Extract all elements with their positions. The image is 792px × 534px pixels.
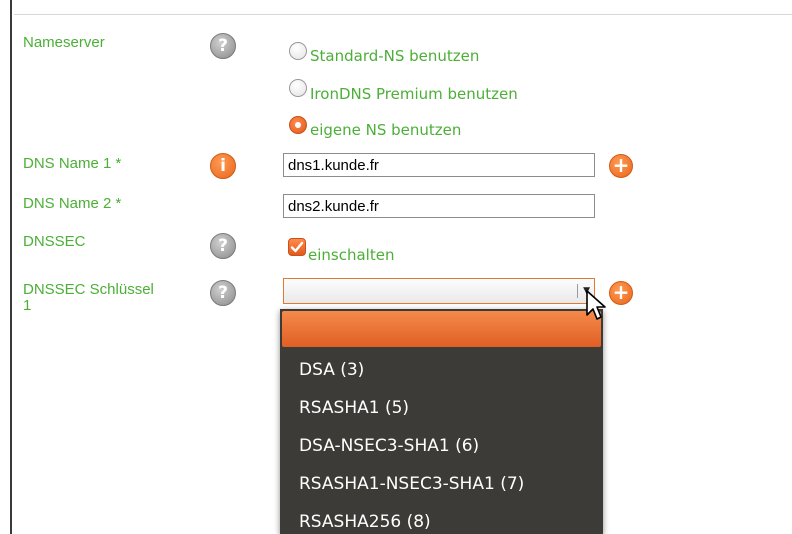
dropdown-option[interactable]: DSA (3)	[299, 360, 364, 380]
dnssec-checkbox[interactable]	[288, 238, 306, 256]
radio-eigene-ns[interactable]	[289, 116, 307, 134]
radio-irondns-premium-label: IronDNS Premium benutzen	[310, 85, 518, 103]
nameserver-help-icon[interactable]: ?	[210, 33, 236, 59]
dnssec-key-dropdown-list: DSA (3) RSASHA1 (5) DSA-NSEC3-SHA1 (6) R…	[280, 309, 603, 534]
nameserver-label: Nameserver	[23, 34, 105, 51]
mouse-pointer-icon	[586, 290, 606, 320]
add-dns-name-plus-icon[interactable]: +	[609, 154, 633, 178]
dropdown-option[interactable]: RSASHA256 (8)	[299, 512, 431, 532]
dnssec-help-icon[interactable]: ?	[210, 233, 236, 259]
dns-name-2-label: DNS Name 2 *	[23, 195, 122, 212]
dns-name-1-input[interactable]: dns1.kunde.fr	[283, 153, 595, 177]
radio-standard-ns[interactable]	[289, 42, 307, 60]
check-icon	[290, 241, 304, 253]
top-divider	[14, 14, 792, 15]
dns-name-1-info-icon[interactable]: i	[210, 153, 236, 179]
dropdown-option[interactable]: RSASHA1 (5)	[299, 398, 409, 418]
radio-eigene-ns-label: eigene NS benutzen	[310, 121, 462, 139]
add-dnssec-key-plus-icon[interactable]: +	[609, 281, 633, 305]
dnssec-key-1-select[interactable]: ▼	[283, 278, 595, 304]
dropdown-option[interactable]: DSA-NSEC3-SHA1 (6)	[299, 436, 479, 456]
dnssec-key-help-icon[interactable]: ?	[210, 280, 236, 306]
dnssec-label: DNSSEC	[23, 233, 86, 250]
dropdown-option[interactable]: RSASHA1-NSEC3-SHA1 (7)	[299, 474, 524, 494]
dns-name-2-input[interactable]: dns2.kunde.fr	[283, 194, 595, 218]
dnssec-checkbox-label: einschalten	[308, 246, 395, 264]
dnssec-key-1-label-line2: 1	[23, 297, 32, 314]
radio-standard-ns-label: Standard-NS benutzen	[310, 47, 480, 65]
dnssec-key-1-label-line1: DNSSEC Schlüssel	[23, 281, 154, 298]
dns-name-1-label: DNS Name 1 *	[23, 155, 122, 172]
radio-irondns-premium[interactable]	[289, 79, 307, 97]
left-border	[10, 0, 12, 534]
dropdown-option-empty[interactable]	[282, 311, 601, 347]
